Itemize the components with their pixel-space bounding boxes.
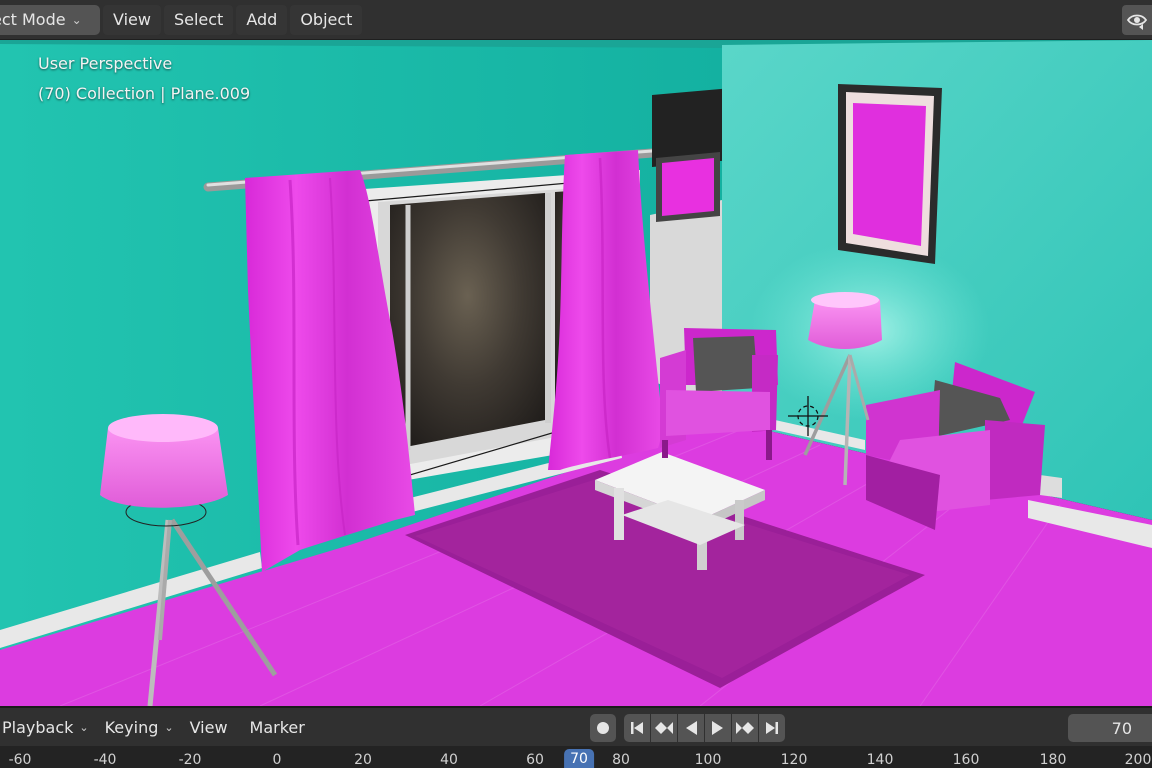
current-frame-field[interactable]: 70 [1068, 714, 1152, 742]
room-scene-render [0, 40, 1152, 706]
ruler-tick: 80 [612, 752, 630, 768]
eye-icon [1126, 14, 1148, 30]
ruler-tick: 160 [952, 752, 980, 768]
timeline-view-menu[interactable]: View [182, 712, 236, 742]
ruler-tick: 180 [1039, 752, 1067, 768]
ruler-tick: -20 [178, 752, 202, 768]
object-mode-label: ect Mode [0, 10, 66, 29]
frame-ruler[interactable]: -60 -40 -20 0 20 40 60 80 100 120 140 16… [0, 746, 1152, 768]
record-button[interactable] [590, 714, 616, 742]
ruler-tick: -60 [8, 752, 32, 768]
record-icon [597, 722, 609, 734]
ruler-tick: 0 [272, 752, 282, 768]
menu-add[interactable]: Add [236, 4, 288, 35]
chevron-down-icon: ⌄ [71, 12, 82, 27]
ruler-tick: -40 [93, 752, 117, 768]
next-keyframe-icon [736, 722, 754, 734]
previous-keyframe-button[interactable] [651, 714, 677, 742]
chevron-down-icon: ⌄ [164, 720, 174, 734]
jump-to-end-icon [766, 722, 778, 734]
play-reverse-button[interactable] [678, 714, 704, 742]
timeline-header: Playback ⌄ Keying ⌄ View Marker 70 [0, 706, 1152, 746]
menu-object[interactable]: Object [290, 4, 363, 35]
3d-viewport[interactable]: User Perspective (70) Collection | Plane… [0, 40, 1152, 706]
viewport-visibility-button[interactable] [1122, 5, 1152, 35]
next-keyframe-button[interactable] [732, 714, 758, 742]
ruler-tick: 100 [694, 752, 722, 768]
playback-menu-label: Playback [2, 717, 74, 737]
playhead-frame-indicator[interactable]: 70 [564, 749, 594, 768]
ruler-tick: 60 [526, 752, 544, 768]
jump-to-start-button[interactable] [624, 714, 650, 742]
play-reverse-icon [686, 721, 697, 735]
active-object-label: (70) Collection | Plane.009 [38, 84, 251, 103]
play-icon [712, 721, 723, 735]
ruler-tick: 20 [354, 752, 372, 768]
viewport-header: ect Mode ⌄ View Select Add Object [0, 0, 1152, 40]
menu-select[interactable]: Select [163, 4, 234, 35]
play-button[interactable] [705, 714, 731, 742]
keying-menu-label: Keying [104, 717, 159, 737]
keying-menu[interactable]: Keying ⌄ [97, 712, 182, 742]
jump-to-end-button[interactable] [759, 714, 785, 742]
previous-keyframe-icon [655, 722, 673, 734]
ruler-tick: 40 [440, 752, 458, 768]
playback-menu[interactable]: Playback ⌄ [0, 712, 97, 742]
blender-window: ect Mode ⌄ View Select Add Object [0, 0, 1152, 768]
ruler-tick: 140 [866, 752, 894, 768]
view-perspective-label: User Perspective [38, 54, 173, 73]
jump-to-start-icon [631, 722, 643, 734]
ruler-tick: 120 [780, 752, 808, 768]
chevron-down-icon: ⌄ [79, 720, 89, 734]
marker-menu[interactable]: Marker [242, 712, 313, 742]
playback-controls [590, 714, 786, 742]
ruler-tick: 200 [1124, 752, 1152, 768]
object-mode-dropdown[interactable]: ect Mode ⌄ [0, 4, 100, 35]
menu-view[interactable]: View [103, 4, 161, 35]
